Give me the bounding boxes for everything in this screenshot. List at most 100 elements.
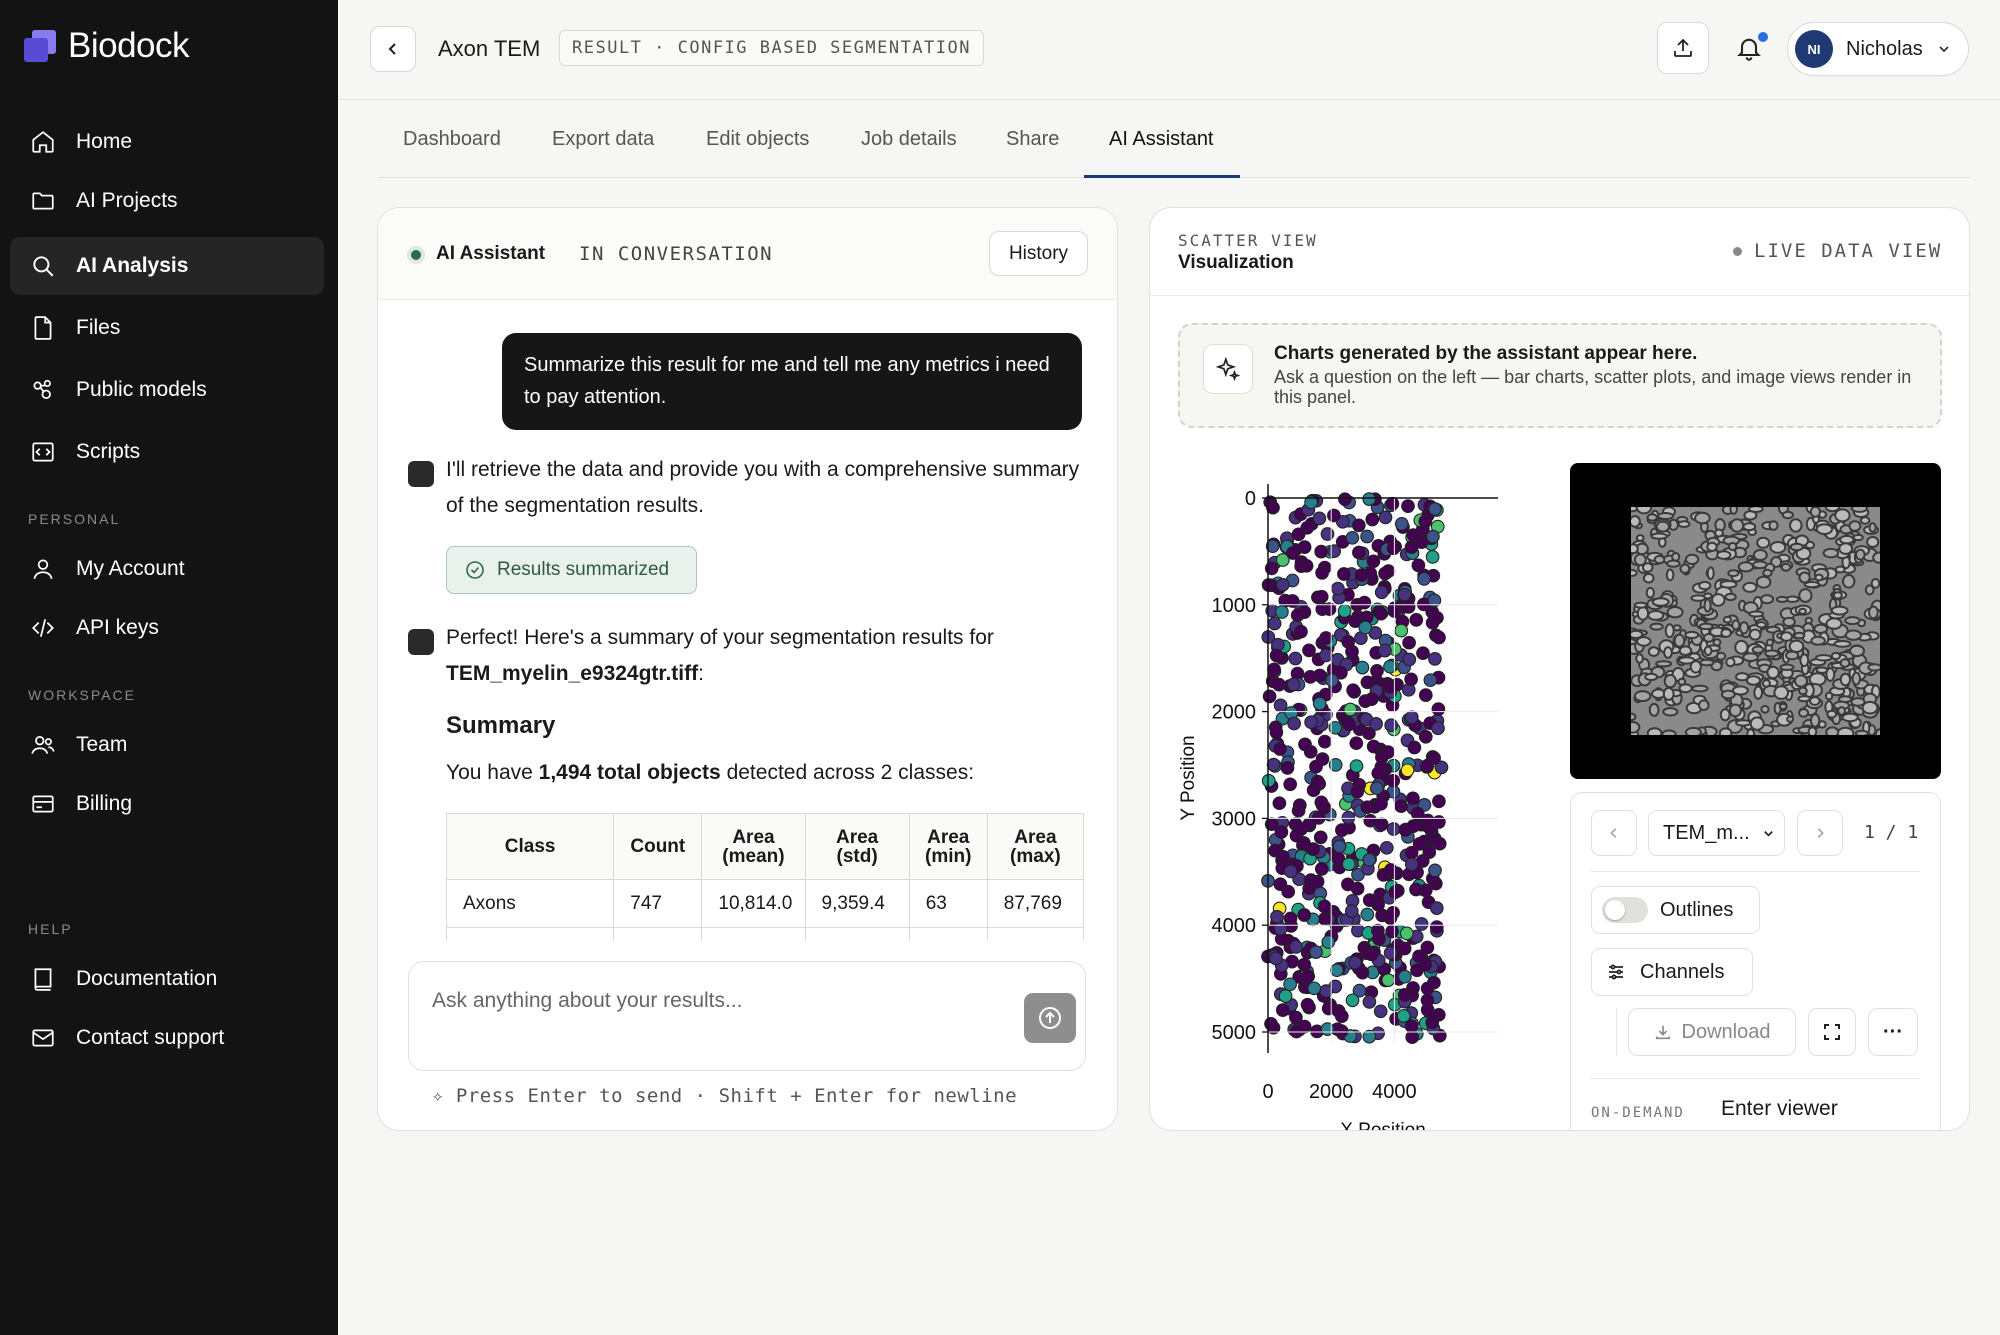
team-icon bbox=[31, 736, 55, 754]
scatter-point bbox=[1341, 857, 1356, 871]
tab-edit-objects[interactable]: Edit objects bbox=[706, 100, 809, 178]
image-select[interactable]: TEM_m... bbox=[1648, 810, 1785, 856]
scatter-point bbox=[1306, 842, 1320, 856]
image-preview[interactable] bbox=[1570, 463, 1941, 779]
scatter-point bbox=[1429, 901, 1444, 915]
sidebar-item-public-models[interactable]: Public models bbox=[10, 361, 324, 419]
export-button[interactable] bbox=[1657, 22, 1709, 74]
sidebar-item-api-keys[interactable]: API keys bbox=[10, 599, 324, 657]
scatter-point bbox=[1358, 620, 1373, 635]
sidebar-item-ai-analysis[interactable]: AI Analysis bbox=[10, 237, 324, 295]
sidebar-item-my-account[interactable]: My Account bbox=[10, 540, 324, 598]
notifications-button[interactable] bbox=[1723, 22, 1775, 74]
sidebar-item-team[interactable]: Team bbox=[10, 716, 324, 774]
sidebar-item-ai-projects[interactable]: AI Projects bbox=[10, 172, 324, 230]
tab-job-details[interactable]: Job details bbox=[861, 100, 957, 178]
scatter-point bbox=[1401, 600, 1416, 614]
scatter-point bbox=[1302, 643, 1316, 658]
scatter-point bbox=[1417, 572, 1431, 586]
models-icon bbox=[33, 379, 51, 399]
sidebar-item-label: Billing bbox=[76, 792, 133, 815]
scatter-point bbox=[1264, 1016, 1278, 1031]
tab-dashboard[interactable]: Dashboard bbox=[403, 100, 501, 178]
scatter-point bbox=[1394, 623, 1409, 638]
scatter-point bbox=[1407, 740, 1422, 755]
scatter-point bbox=[1432, 836, 1447, 851]
scatter-point bbox=[1384, 718, 1399, 733]
scatter-point bbox=[1414, 917, 1429, 931]
scatter-point bbox=[1400, 763, 1415, 778]
more-options-button[interactable]: ··· bbox=[1868, 1008, 1918, 1056]
scatter-point bbox=[1358, 694, 1373, 708]
scatter-point bbox=[1374, 585, 1389, 600]
viz-title: Visualization bbox=[1178, 252, 1294, 273]
chevron-left-icon bbox=[388, 43, 396, 55]
scatter-point bbox=[1409, 882, 1423, 897]
scatter-point bbox=[1352, 545, 1366, 560]
y-axis-label: Y Position bbox=[1178, 735, 1199, 820]
brand[interactable]: Biodock bbox=[22, 26, 190, 66]
assistant-message: Perfect! Here's a summary of your segmen… bbox=[446, 620, 1086, 692]
sidebar-item-label: My Account bbox=[76, 557, 185, 580]
tab-ai-assistant[interactable]: AI Assistant bbox=[1109, 100, 1214, 178]
download-button[interactable]: Download bbox=[1628, 1008, 1796, 1056]
scatter-point bbox=[1350, 881, 1365, 896]
scatter-point bbox=[1397, 587, 1412, 602]
scatter-point bbox=[1381, 745, 1395, 759]
toggle-switch[interactable] bbox=[1602, 897, 1648, 923]
scatter-point bbox=[1431, 721, 1445, 736]
user-menu[interactable]: NI Nicholas bbox=[1787, 22, 1969, 76]
scatter-point bbox=[1334, 1024, 1349, 1038]
history-button[interactable]: History bbox=[989, 231, 1088, 276]
scatter-point bbox=[1381, 973, 1396, 987]
scatter-point bbox=[1317, 734, 1332, 749]
sidebar-item-label: API keys bbox=[76, 616, 159, 639]
chat-input[interactable]: Ask anything about your results... bbox=[408, 961, 1086, 1071]
table-cell: 63 bbox=[908, 879, 988, 928]
fullscreen-button[interactable] bbox=[1808, 1008, 1856, 1056]
prev-image-button[interactable] bbox=[1591, 810, 1637, 856]
scatter-point bbox=[1432, 630, 1446, 645]
scatter-point bbox=[1409, 613, 1424, 627]
scatter-point bbox=[1346, 683, 1360, 698]
scatter-point bbox=[1362, 492, 1377, 506]
sidebar-item-contact-support[interactable]: Contact support bbox=[10, 1009, 324, 1067]
send-button[interactable] bbox=[1024, 993, 1076, 1043]
scatter-point bbox=[1286, 677, 1301, 692]
sidebar-item-home[interactable]: Home bbox=[10, 113, 324, 171]
sidebar-item-billing[interactable]: Billing bbox=[10, 775, 324, 833]
scatter-point bbox=[1290, 608, 1305, 623]
outlines-toggle[interactable]: Outlines bbox=[1591, 886, 1760, 934]
scatter-point bbox=[1362, 893, 1377, 907]
scatter-point bbox=[1314, 544, 1329, 559]
summary-table: Class Count Area (mean) Area (std) Area (mi… bbox=[446, 813, 1086, 941]
scatter-point bbox=[1401, 499, 1415, 513]
scatter-point bbox=[1386, 822, 1401, 836]
scatter-point bbox=[1406, 819, 1421, 833]
tab-export-data[interactable]: Export data bbox=[552, 100, 654, 178]
file-name: TEM_myelin_e9324gtr.tiff bbox=[446, 662, 699, 685]
scatter-point bbox=[1362, 995, 1377, 1009]
scatter-point bbox=[1294, 624, 1308, 639]
avatar: NI bbox=[1795, 30, 1833, 68]
sidebar-item-scripts[interactable]: Scripts bbox=[10, 423, 324, 481]
tab-share[interactable]: Share bbox=[1006, 100, 1059, 178]
enter-viewer-link[interactable]: Enter viewer bbox=[1721, 1097, 1838, 1121]
tool-result-chip[interactable]: Results summarized bbox=[446, 546, 697, 594]
scatter-point bbox=[1314, 795, 1329, 810]
scatter-point bbox=[1370, 664, 1384, 678]
table-cell bbox=[701, 927, 806, 941]
chevron-right-icon bbox=[1817, 828, 1824, 838]
table-cell: 10,814.0 bbox=[701, 879, 806, 928]
sidebar-item-files[interactable]: Files bbox=[10, 299, 324, 357]
scatter-point bbox=[1294, 822, 1308, 836]
next-image-button[interactable] bbox=[1797, 810, 1843, 856]
scatter-point bbox=[1351, 518, 1366, 533]
channels-button[interactable]: Channels bbox=[1591, 948, 1753, 996]
scatter-point bbox=[1364, 947, 1379, 962]
sidebar-item-documentation[interactable]: Documentation bbox=[10, 950, 324, 1008]
scatter-point bbox=[1341, 810, 1356, 825]
back-button[interactable] bbox=[370, 26, 416, 72]
scatter-point bbox=[1275, 605, 1289, 619]
scatter-point bbox=[1297, 1019, 1312, 1034]
